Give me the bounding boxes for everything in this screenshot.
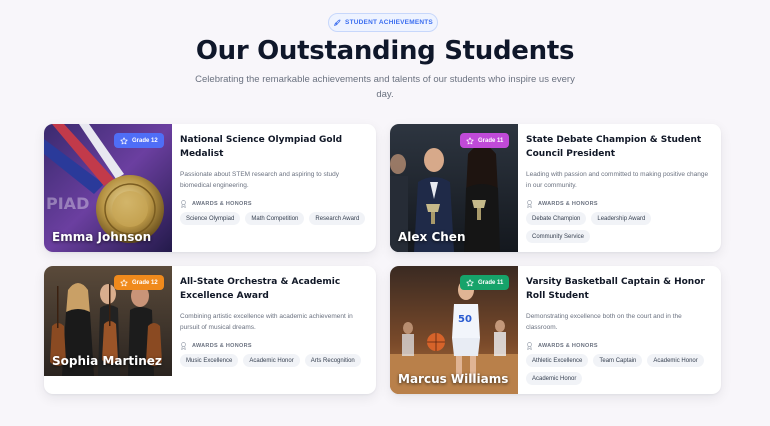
award-tag: Academic Honor	[526, 372, 583, 385]
awards-heading: AWARDS & HONORS	[180, 200, 368, 208]
awards-heading: AWARDS & HONORS	[180, 342, 368, 350]
awards-heading: AWARDS & HONORS	[526, 342, 713, 350]
award-tag: Academic Honor	[243, 354, 300, 367]
award-tag: Math Competition	[245, 212, 305, 225]
section-badge-label: STUDENT ACHIEVEMENTS	[345, 19, 433, 26]
student-photo: Grade 12 Sophia Martinez	[44, 266, 172, 376]
star-icon	[120, 278, 128, 286]
grade-badge: Grade 12	[114, 133, 164, 148]
student-name: Alex Chen	[398, 230, 466, 244]
medal-icon	[181, 342, 186, 350]
student-description: Passionate about STEM research and aspir…	[180, 171, 339, 189]
achievement-title: State Debate Champion & Student Council …	[526, 135, 702, 159]
star-icon	[466, 136, 474, 144]
award-tag: Debate Champion	[526, 212, 587, 225]
star-icon	[120, 136, 128, 144]
award-tag: Academic Honor	[647, 354, 704, 367]
rocket-icon	[334, 19, 341, 26]
student-description: Demonstrating excellence both on the cou…	[526, 313, 682, 331]
star-icon	[466, 278, 474, 286]
grade-badge: Grade 12	[114, 275, 164, 290]
student-photo: Grade 11 Alex Chen	[390, 124, 518, 252]
section-badge: STUDENT ACHIEVEMENTS	[328, 13, 438, 32]
medal-icon	[527, 200, 532, 208]
student-photo: PIAD Grade 12 Emma Johnson	[44, 124, 172, 252]
student-card[interactable]: 50 Grade 11 Marcus Williams Varsity Bask…	[390, 266, 721, 394]
student-description: Leading with passion and committed to ma…	[526, 171, 709, 189]
award-tag: Research Award	[309, 212, 366, 225]
svg-text:PIAD: PIAD	[46, 194, 89, 213]
award-tag: Science Olympiad	[180, 212, 241, 225]
medal-icon	[181, 200, 186, 208]
award-tag: Music Excellence	[180, 354, 239, 367]
page-subtitle: Celebrating the remarkable achievements …	[195, 74, 575, 100]
student-name: Sophia Martinez	[52, 354, 162, 368]
student-card[interactable]: PIAD Grade 12 Emma Johnson National Scie…	[44, 124, 376, 252]
page-title: Our Outstanding Students	[195, 36, 575, 66]
student-card[interactable]: Grade 11 Alex Chen State Debate Champion…	[390, 124, 721, 252]
achievement-title: National Science Olympiad Gold Medalist	[180, 135, 343, 159]
award-tag: Community Service	[526, 230, 591, 243]
student-name: Marcus Williams	[398, 372, 509, 386]
medal-icon	[527, 342, 532, 350]
grade-badge: Grade 11	[460, 275, 510, 290]
achievement-title: All-State Orchestra & Academic Excellenc…	[180, 277, 341, 301]
award-tag: Team Captain	[593, 354, 643, 367]
award-tags: Science Olympiad Math Competition Resear…	[180, 212, 368, 225]
student-description: Combining artistic excellence with acade…	[180, 313, 353, 331]
student-photo: 50 Grade 11 Marcus Williams	[390, 266, 518, 394]
award-tags: Athletic Excellence Team Captain Academi…	[526, 354, 713, 385]
grade-label: Grade 12	[132, 137, 158, 144]
award-tag: Arts Recognition	[304, 354, 361, 367]
award-tag: Leadership Award	[591, 212, 652, 225]
achievement-title: Varsity Basketball Captain & Honor Roll …	[526, 277, 705, 301]
awards-heading: AWARDS & HONORS	[526, 200, 713, 208]
grade-badge: Grade 11	[460, 133, 510, 148]
grade-label: Grade 12	[132, 279, 158, 286]
student-card[interactable]: Grade 12 Sophia Martinez All-State Orche…	[44, 266, 376, 394]
grade-label: Grade 11	[478, 279, 504, 286]
grade-label: Grade 11	[478, 137, 504, 144]
student-name: Emma Johnson	[52, 230, 152, 244]
svg-text:50: 50	[458, 314, 472, 325]
award-tags: Debate Champion Leadership Award Communi…	[526, 212, 713, 243]
award-tags: Music Excellence Academic Honor Arts Rec…	[180, 354, 368, 367]
award-tag: Athletic Excellence	[526, 354, 589, 367]
